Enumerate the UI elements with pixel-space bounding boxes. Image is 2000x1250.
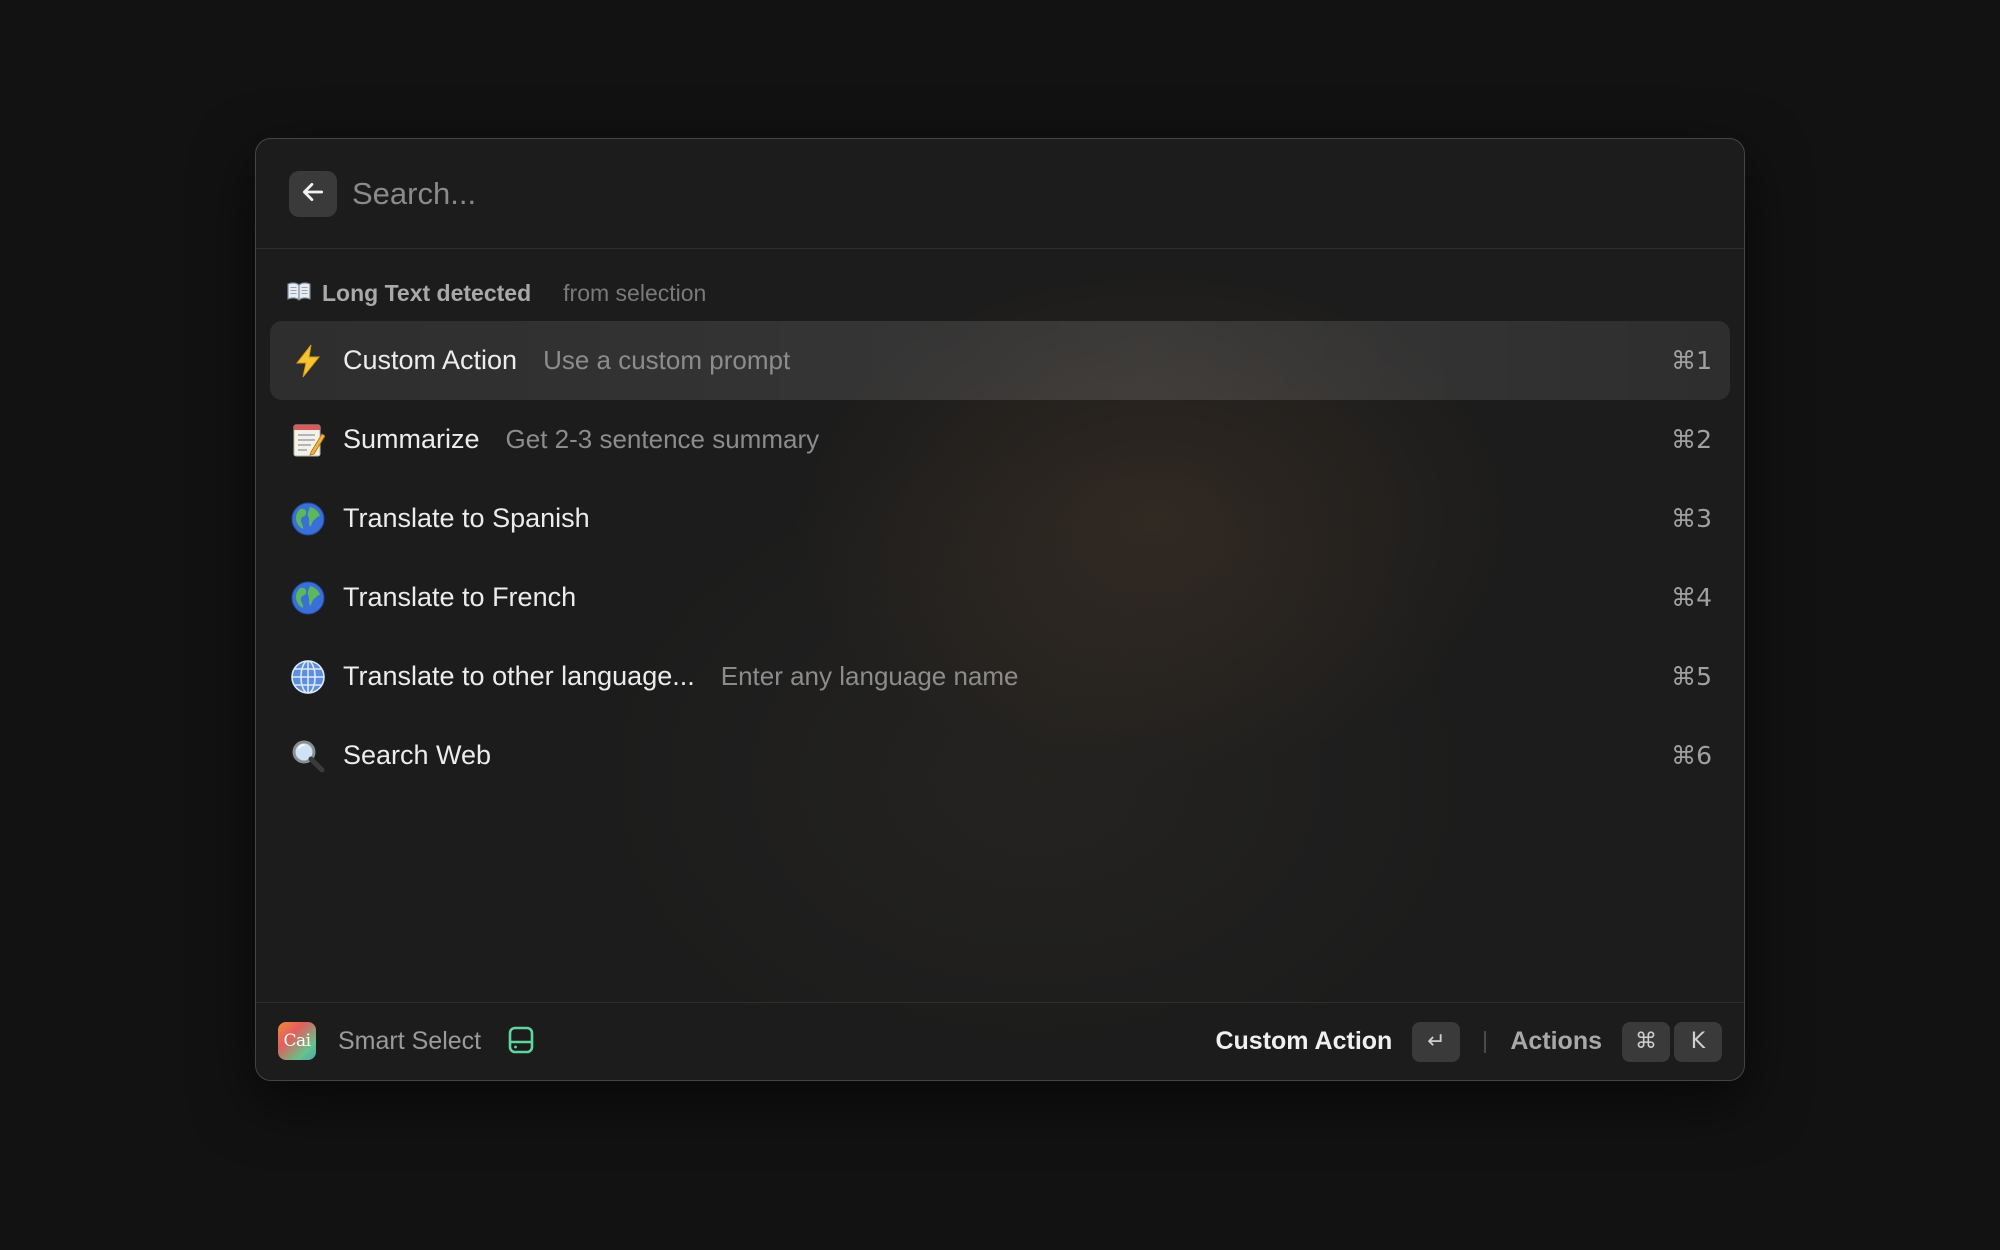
search-input[interactable] — [352, 167, 1692, 221]
section-header: Long Text detected from selection — [286, 273, 706, 313]
item-shortcut: ⌘1 — [1671, 346, 1712, 375]
app-logo-text: Cai — [283, 1031, 311, 1051]
item-subtitle: Use a custom prompt — [543, 345, 791, 375]
item-subtitle: Get 2-3 sentence summary — [505, 424, 820, 454]
item-shortcut: ⌘2 — [1671, 425, 1712, 454]
item-shortcut: ⌘4 — [1671, 583, 1712, 612]
command-palette-window: Long Text detected from selection Custom… — [255, 138, 1745, 1081]
item-title: Translate to Spanish — [343, 503, 590, 533]
item-title: Summarize — [343, 424, 480, 454]
list-item-search-web[interactable]: Search Web ⌘6 — [270, 716, 1730, 795]
arrow-left-icon — [300, 179, 326, 210]
drive-button[interactable] — [504, 1025, 538, 1059]
drive-icon — [506, 1025, 536, 1060]
k-key-badge: K — [1674, 1021, 1722, 1062]
list-item-summarize[interactable]: Summarize Get 2-3 sentence summary ⌘2 — [270, 400, 1730, 479]
cmd-key-badge: ⌘ — [1622, 1021, 1670, 1062]
section-title: Long Text detected — [322, 279, 532, 306]
item-title: Translate to French — [343, 582, 577, 612]
item-shortcut: ⌘6 — [1671, 741, 1712, 770]
item-subtitle: Enter any language name — [720, 661, 1019, 691]
item-title: Translate to other language... — [343, 661, 695, 691]
app-logo: Cai — [278, 1022, 316, 1060]
globe-europe-africa-icon — [288, 499, 328, 539]
globe-meridians-icon — [288, 657, 328, 697]
list-item-custom-action[interactable]: Custom Action Use a custom prompt ⌘1 — [270, 321, 1730, 400]
action-list: Custom Action Use a custom prompt ⌘1 Sum… — [270, 321, 1730, 795]
list-item-translate-other[interactable]: Translate to other language... Enter any… — [270, 637, 1730, 716]
smart-select-label: Smart Select — [338, 1027, 482, 1055]
item-shortcut: ⌘3 — [1671, 504, 1712, 533]
memo-icon — [288, 420, 328, 460]
enter-key-badge: ↵ — [1412, 1021, 1461, 1062]
item-shortcut: ⌘5 — [1671, 662, 1712, 691]
lightning-icon — [288, 341, 328, 381]
footer-actions: Custom Action ↵ Actions ⌘ K — [1215, 1003, 1722, 1080]
globe-europe-africa-icon — [288, 578, 328, 618]
search-bar — [256, 139, 1744, 249]
magnifying-glass-icon — [288, 736, 328, 776]
item-title: Custom Action — [343, 345, 518, 375]
primary-action-button[interactable]: Custom Action — [1215, 1027, 1392, 1056]
item-title: Search Web — [343, 740, 492, 770]
actions-button[interactable]: Actions — [1510, 1027, 1602, 1056]
open-book-icon — [286, 280, 312, 306]
list-item-translate-french[interactable]: Translate to French ⌘4 — [270, 558, 1730, 637]
list-item-translate-spanish[interactable]: Translate to Spanish ⌘3 — [270, 479, 1730, 558]
footer-divider — [1484, 1030, 1487, 1053]
footer-bar: Cai Smart Select Custom Action ↵ Actions… — [256, 1002, 1744, 1080]
section-subtitle: from selection — [563, 279, 707, 306]
back-button[interactable] — [289, 171, 337, 217]
